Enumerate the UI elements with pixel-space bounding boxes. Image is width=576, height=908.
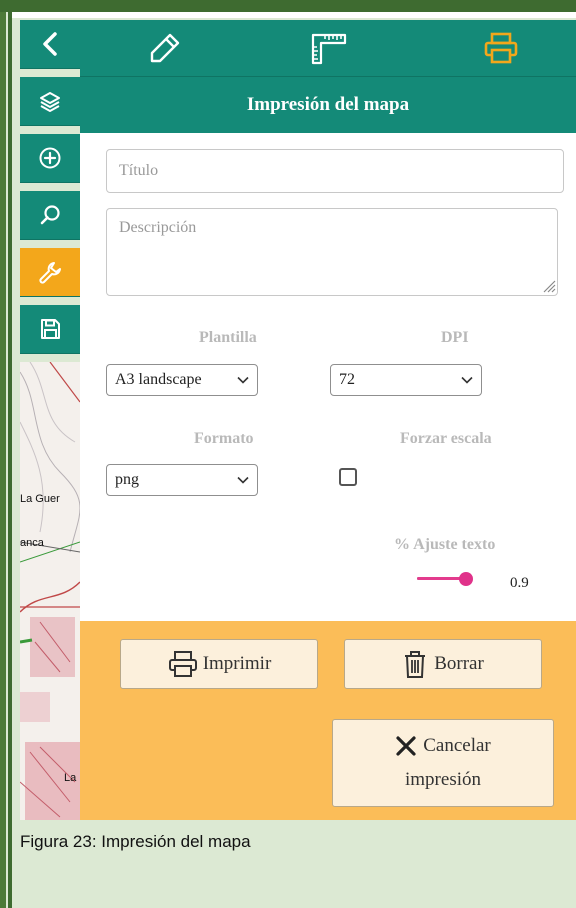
text-adjust-slider-thumb[interactable] — [458, 572, 473, 586]
wrench-icon — [39, 262, 61, 284]
clear-button-label: Borrar — [434, 653, 484, 674]
chevron-down-icon — [237, 376, 249, 384]
printer-icon — [168, 651, 197, 677]
map-label: La Guer — [20, 493, 60, 505]
ruler-icon — [311, 33, 347, 65]
top-toolbar — [80, 20, 576, 77]
template-label: Plantilla — [199, 329, 257, 346]
chevron-down-icon — [237, 476, 249, 484]
save-button[interactable] — [20, 305, 80, 354]
cancel-first-line: Cancelar — [395, 729, 491, 763]
layers-icon — [40, 92, 60, 112]
map-background-icon — [20, 362, 80, 820]
printer-icon — [484, 32, 518, 64]
print-tool-button[interactable] — [476, 28, 526, 68]
template-select-value: A3 landscape — [115, 371, 202, 388]
panel-title: Impresión del mapa — [246, 94, 410, 115]
map-label: anca — [20, 537, 44, 549]
left-rail: La Guer anca La — [20, 20, 80, 820]
map-label: La — [64, 772, 77, 784]
back-chevron-icon — [43, 32, 57, 56]
panel-header: Impresión del mapa — [80, 77, 576, 133]
cancel-button-label-1: Cancelar — [423, 735, 491, 756]
text-adjust-value: 0.9 — [510, 575, 529, 591]
tools-button[interactable] — [20, 248, 80, 297]
frame-gap — [12, 12, 576, 18]
add-button[interactable] — [20, 134, 80, 183]
format-select[interactable]: png — [106, 464, 258, 496]
save-icon — [41, 319, 60, 339]
map-preview[interactable]: La Guer anca La — [20, 362, 80, 820]
search-button[interactable] — [20, 191, 80, 240]
action-area: Imprimir Borrar Cancelar impresión — [80, 621, 576, 820]
format-select-value: png — [115, 471, 139, 488]
frame-border-left — [0, 0, 6, 908]
print-form: Plantilla DPI A3 landscape 72 Formato Fo… — [80, 133, 576, 621]
force-scale-label: Forzar escala — [400, 430, 492, 447]
back-button[interactable] — [20, 20, 80, 69]
dpi-label: DPI — [441, 329, 469, 346]
force-scale-checkbox[interactable] — [339, 468, 357, 486]
close-icon — [396, 736, 416, 756]
chevron-down-icon — [461, 376, 473, 384]
clear-button[interactable]: Borrar — [344, 639, 542, 689]
layers-button[interactable] — [20, 77, 80, 126]
cancel-button-label-2: impresión — [405, 769, 481, 790]
trash-icon — [405, 651, 426, 678]
cancel-print-button[interactable]: Cancelar impresión — [332, 719, 554, 807]
add-circle-icon — [39, 147, 61, 169]
measure-tool-button[interactable] — [304, 28, 354, 68]
dpi-select-value: 72 — [339, 371, 355, 388]
pencil-icon — [150, 33, 180, 63]
draw-tool-button[interactable] — [140, 28, 190, 68]
format-label: Formato — [194, 430, 254, 447]
print-button-label: Imprimir — [202, 653, 272, 674]
print-button[interactable]: Imprimir — [120, 639, 318, 689]
title-input[interactable] — [106, 149, 564, 193]
text-adjust-label: % Ajuste texto — [394, 536, 496, 553]
frame-border-top — [0, 0, 576, 12]
search-icon — [40, 205, 60, 225]
description-textarea[interactable] — [106, 208, 558, 296]
dpi-select[interactable]: 72 — [330, 364, 482, 396]
resize-grip-icon[interactable] — [542, 279, 556, 293]
figure-caption: Figura 23: Impresión del mapa — [20, 832, 251, 851]
template-select[interactable]: A3 landscape — [106, 364, 258, 396]
frame-border-left-inner — [8, 0, 12, 908]
